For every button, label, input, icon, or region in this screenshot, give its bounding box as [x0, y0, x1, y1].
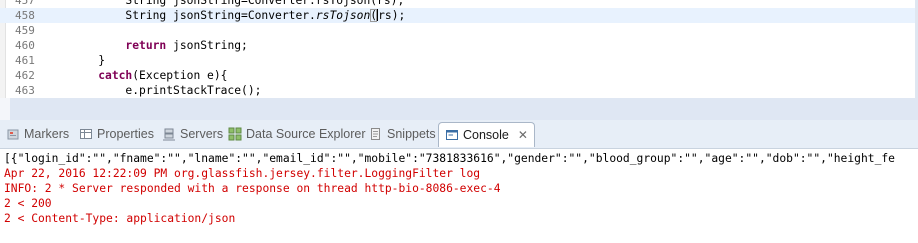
code-line[interactable]: 461 }	[0, 53, 918, 68]
code-token: String jsonString=Converter.	[71, 9, 316, 22]
code-line[interactable]: 459	[0, 23, 918, 38]
code-text: catch(Exception e){	[71, 68, 227, 83]
code-line[interactable]: 460 return jsonString;	[0, 38, 918, 53]
tab-properties-label: Properties	[97, 127, 154, 141]
tab-data-source-explorer[interactable]: Data Source Explorer	[228, 123, 366, 145]
views-tab-bar: Markers Properties Servers Data Source E…	[0, 120, 918, 149]
tab-snippets-label: Snippets	[387, 127, 436, 141]
line-number: 462	[15, 69, 35, 82]
line-number: 463	[15, 84, 35, 97]
tab-markers-label: Markers	[24, 127, 70, 141]
code-text: e.printStackTrace();	[71, 83, 261, 98]
code-token: }	[71, 54, 106, 67]
code-token: rs);	[378, 9, 406, 22]
code-text: return jsonString;	[71, 38, 248, 53]
line-number: 461	[15, 54, 35, 67]
code-line[interactable]: 458 String jsonString=Converter.rsTojson…	[0, 8, 918, 23]
servers-icon	[162, 127, 176, 141]
code-line[interactable]: 462 catch(Exception e){	[0, 68, 918, 83]
code-line[interactable]: 463 e.printStackTrace();	[0, 83, 918, 98]
close-icon[interactable]: ✕	[518, 128, 528, 142]
tab-servers[interactable]: Servers	[162, 123, 223, 145]
keyword-token: catch	[98, 69, 133, 82]
code-line[interactable]: 457 String jsonString=Converter.rsTojson…	[0, 0, 918, 8]
console-line: 2 < Content-Type: application/json	[4, 212, 236, 225]
tab-console[interactable]: Console ✕	[438, 122, 535, 147]
line-number: 459	[15, 24, 35, 37]
tab-data-source-explorer-label: Data Source Explorer	[246, 127, 366, 141]
line-number: 458	[15, 9, 35, 22]
code-text: }	[71, 53, 105, 68]
code-token: (Exception e){	[132, 69, 228, 82]
data-source-explorer-icon	[228, 127, 242, 141]
separator-corner	[0, 98, 10, 120]
console-output[interactable]: [{"login_id":"","fname":"","lname":"","e…	[0, 149, 918, 243]
console-line: INFO: 2 * Server responded with a respon…	[4, 182, 501, 195]
code-text: String jsonString=Converter.rsTojson(rs)…	[71, 8, 405, 23]
code-token: e.printStackTrace();	[71, 84, 262, 97]
tab-properties[interactable]: Properties	[79, 123, 154, 145]
tab-snippets[interactable]: Snippets	[369, 123, 436, 145]
line-number: 457	[15, 0, 35, 7]
console-line: [{"login_id":"","fname":"","lname":"","e…	[4, 152, 895, 165]
properties-icon	[79, 127, 93, 141]
tab-servers-label: Servers	[180, 127, 224, 141]
code-token: (	[370, 9, 378, 22]
code-text: String jsonString=Converter.rsTojson(rs)…	[71, 0, 404, 8]
code-editor[interactable]: 457 String jsonString=Converter.rsTojson…	[0, 0, 918, 98]
markers-icon	[6, 127, 20, 141]
keyword-token: return	[125, 39, 167, 52]
code-token: jsonString;	[166, 39, 248, 52]
console-icon	[445, 128, 459, 142]
editor-lines: 457 String jsonString=Converter.rsTojson…	[0, 0, 918, 98]
tab-console-label: Console	[463, 128, 509, 142]
snippets-icon	[369, 127, 383, 141]
console-line: 2 < 200	[4, 197, 52, 210]
pane-separator[interactable]	[0, 98, 918, 120]
code-token: rsTojson	[315, 9, 371, 22]
console-line: Apr 22, 2016 12:22:09 PM org.glassfish.j…	[4, 167, 481, 180]
line-number: 460	[15, 39, 35, 52]
tab-markers[interactable]: Markers	[6, 123, 69, 145]
code-token: String jsonString=Converter.rsTojson(rs)…	[71, 0, 405, 7]
